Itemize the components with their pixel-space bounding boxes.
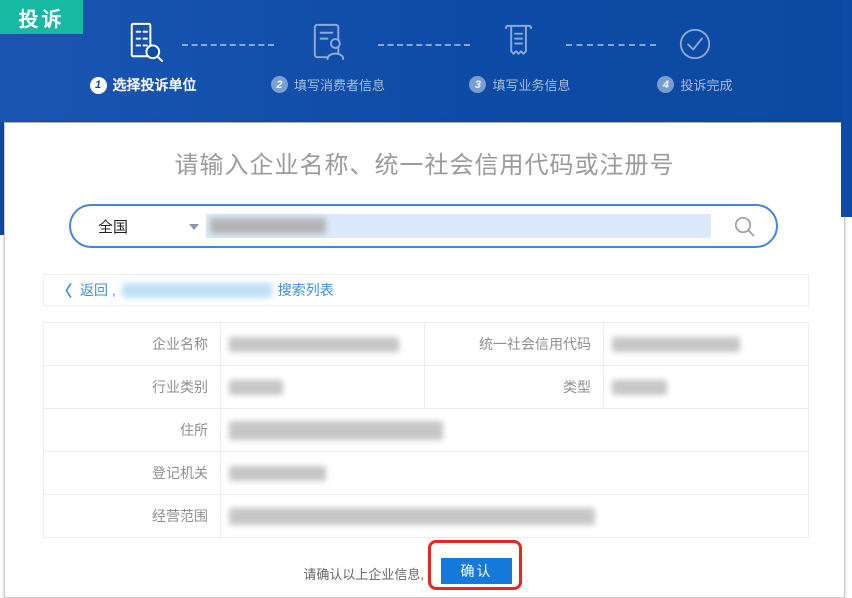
table-row: 登记机关	[44, 452, 808, 495]
field-label: 类型	[425, 366, 604, 408]
redacted-value	[229, 421, 443, 440]
step-consumer-info: 2 填写消费者信息	[253, 16, 403, 94]
page-title: 请输入企业名称、统一社会信用代码或注册号	[5, 145, 844, 180]
region-label: 全国	[98, 216, 128, 237]
right-scroll-strip[interactable]	[841, 0, 852, 217]
step-complete: 4 投诉完成	[620, 16, 770, 94]
field-label: 企业名称	[44, 323, 221, 365]
redacted-value	[229, 466, 326, 481]
field-label: 住所	[44, 409, 221, 451]
building-search-icon	[120, 16, 167, 66]
search-list-label: 搜索列表	[278, 280, 334, 300]
step-label: 填写业务信息	[492, 75, 570, 94]
field-value	[221, 452, 808, 494]
table-row: 住所	[44, 409, 808, 452]
consumer-form-icon	[305, 16, 352, 66]
field-label: 行业类别	[44, 366, 221, 408]
company-search-bar: 全国	[69, 204, 778, 248]
step-label: 投诉完成	[680, 75, 732, 94]
receipt-icon	[497, 16, 544, 66]
check-circle-icon	[673, 16, 717, 66]
field-value	[604, 366, 808, 408]
confirm-button[interactable]: 确认	[441, 558, 512, 584]
field-value	[221, 409, 808, 451]
field-label: 登记机关	[44, 452, 221, 494]
field-label: 统一社会信用代码	[425, 323, 604, 365]
step-number-badge: 2	[271, 76, 288, 93]
table-row: 经营范围	[44, 495, 808, 538]
step-number-badge: 1	[90, 77, 107, 94]
confirm-note: 请确认以上企业信息,	[208, 564, 424, 583]
redacted-search-text	[210, 218, 326, 234]
search-icon[interactable]	[732, 214, 758, 240]
chevron-down-icon	[189, 224, 199, 230]
redacted-link-text	[122, 283, 272, 298]
redacted-value	[229, 380, 283, 395]
field-value	[221, 323, 425, 365]
step-business-info: 3 填写业务信息	[445, 16, 595, 94]
field-value	[221, 366, 425, 408]
step-connector	[182, 44, 274, 46]
step-select-unit: 1 选择投诉单位	[68, 16, 218, 95]
region-select[interactable]: 全国	[71, 206, 204, 246]
company-search-panel: 请输入企业名称、统一社会信用代码或注册号 全国 〈 返回 , 搜索列表 企业名称…	[4, 122, 845, 598]
company-info-table: 企业名称 统一社会信用代码 行业类别 类型 住所 登记机关 经营范围	[43, 322, 809, 538]
field-value	[604, 323, 808, 365]
redacted-value	[229, 508, 595, 525]
step-connector	[378, 44, 470, 46]
table-row: 行业类别 类型	[44, 366, 808, 409]
back-link[interactable]: 〈 返回 , 搜索列表	[43, 274, 809, 306]
wizard-header: 投诉 1 选择投诉单位 2 填写消费者信息	[0, 0, 852, 122]
redacted-value	[229, 337, 399, 352]
chevron-left-icon: 〈	[57, 280, 72, 301]
field-value	[221, 495, 808, 537]
field-label: 经营范围	[44, 495, 221, 537]
redacted-value	[612, 337, 740, 352]
redacted-value	[612, 380, 667, 395]
step-number-badge: 3	[469, 76, 486, 93]
back-label: 返回 ,	[80, 280, 116, 300]
step-label: 填写消费者信息	[294, 75, 385, 94]
step-connector	[566, 44, 656, 46]
step-number-badge: 4	[657, 76, 674, 93]
table-row: 企业名称 统一社会信用代码	[44, 323, 808, 366]
step-label: 选择投诉单位	[113, 75, 197, 95]
